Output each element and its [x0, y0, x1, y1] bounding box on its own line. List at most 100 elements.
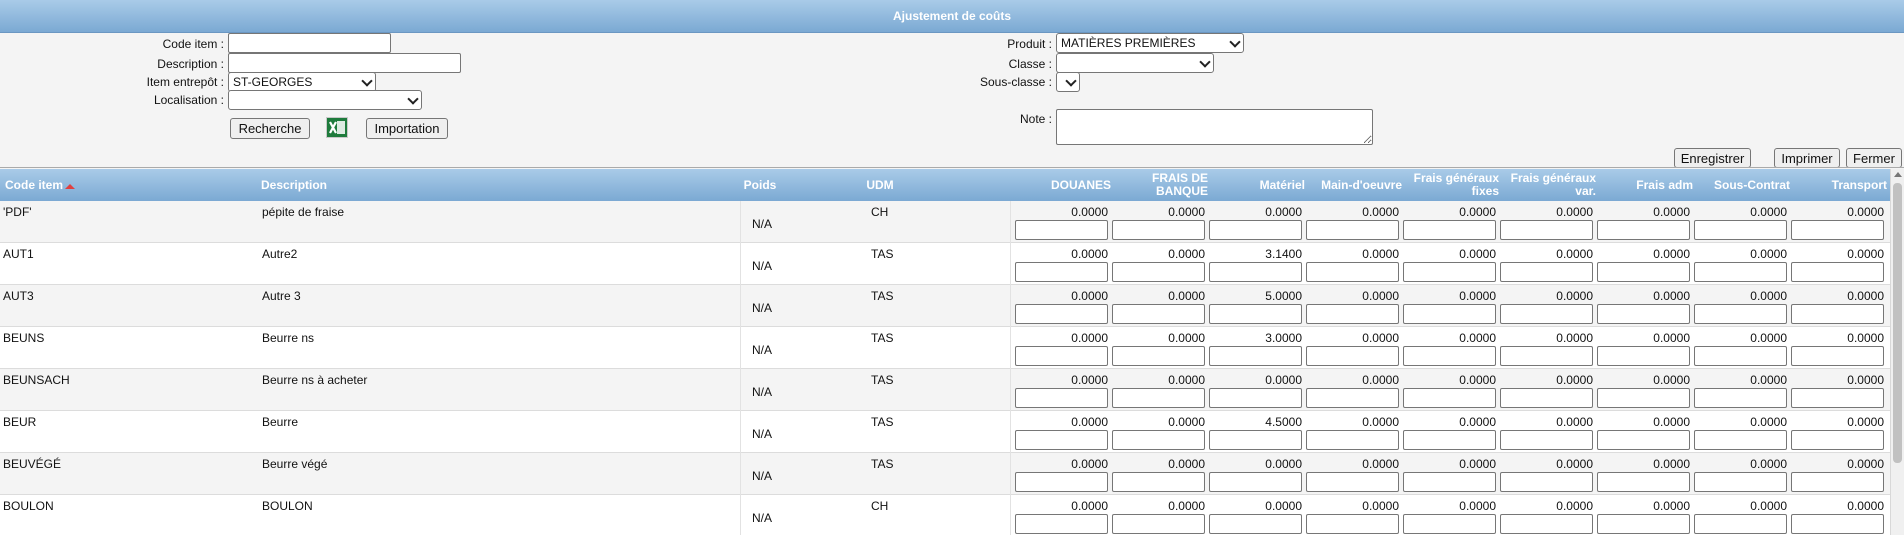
- classe-select[interactable]: [1056, 53, 1214, 73]
- cost-adjust-input[interactable]: [1500, 262, 1593, 282]
- note-textarea[interactable]: [1056, 109, 1373, 145]
- cost-adjust-input[interactable]: [1403, 472, 1496, 492]
- column-header-transport[interactable]: Transport: [1790, 169, 1887, 201]
- save-button[interactable]: Enregistrer: [1674, 148, 1751, 168]
- cost-adjust-input[interactable]: [1403, 430, 1496, 450]
- cost-adjust-input[interactable]: [1403, 304, 1496, 324]
- scrollbar-thumb[interactable]: [1893, 183, 1902, 463]
- cost-adjust-input[interactable]: [1015, 346, 1108, 366]
- column-header-frais-banque[interactable]: FRAIS DE BANQUE: [1111, 169, 1208, 201]
- cost-adjust-input[interactable]: [1500, 346, 1593, 366]
- print-button[interactable]: Imprimer: [1774, 148, 1840, 168]
- cost-adjust-input[interactable]: [1791, 346, 1884, 366]
- excel-export-button[interactable]: [326, 117, 348, 138]
- cost-adjust-input[interactable]: [1209, 346, 1302, 366]
- cost-adjust-input[interactable]: [1500, 220, 1593, 240]
- cost-adjust-input[interactable]: [1791, 514, 1884, 534]
- import-button[interactable]: Importation: [366, 118, 448, 139]
- cost-adjust-input[interactable]: [1403, 220, 1496, 240]
- cost-adjust-input[interactable]: [1597, 220, 1690, 240]
- scroll-up-arrow-icon[interactable]: [1894, 172, 1902, 177]
- column-header-douanes[interactable]: DOUANES: [1014, 169, 1111, 201]
- column-header-frais-generaux-var[interactable]: Frais généraux var.: [1499, 169, 1596, 201]
- cost-adjust-input[interactable]: [1209, 430, 1302, 450]
- cost-adjust-input[interactable]: [1209, 514, 1302, 534]
- cost-adjust-input[interactable]: [1015, 262, 1108, 282]
- cost-adjust-input[interactable]: [1112, 388, 1205, 408]
- cost-adjust-input[interactable]: [1015, 430, 1108, 450]
- item-entrepot-select[interactable]: ST-GEORGES: [228, 72, 376, 92]
- cost-adjust-input[interactable]: [1403, 262, 1496, 282]
- cost-adjust-input[interactable]: [1597, 388, 1690, 408]
- cost-adjust-input[interactable]: [1209, 220, 1302, 240]
- cost-adjust-input[interactable]: [1597, 514, 1690, 534]
- cost-adjust-input[interactable]: [1306, 430, 1399, 450]
- cost-adjust-input[interactable]: [1015, 220, 1108, 240]
- cost-adjust-input[interactable]: [1306, 388, 1399, 408]
- sous-classe-select[interactable]: [1056, 72, 1080, 92]
- cost-adjust-input[interactable]: [1500, 472, 1593, 492]
- cost-adjust-input[interactable]: [1015, 388, 1108, 408]
- cost-adjust-input[interactable]: [1209, 262, 1302, 282]
- column-header-materiel[interactable]: Matériel: [1208, 169, 1305, 201]
- cost-adjust-input[interactable]: [1306, 514, 1399, 534]
- cost-adjust-input[interactable]: [1112, 220, 1205, 240]
- column-header-udm[interactable]: UDM: [850, 169, 910, 201]
- description-input[interactable]: [228, 53, 461, 73]
- cost-adjust-input[interactable]: [1112, 430, 1205, 450]
- produit-select[interactable]: MATIÈRES PREMIÈRES: [1056, 33, 1244, 53]
- cost-adjust-input[interactable]: [1597, 472, 1690, 492]
- cost-adjust-input[interactable]: [1597, 430, 1690, 450]
- cost-adjust-input[interactable]: [1306, 262, 1399, 282]
- column-header-poids[interactable]: Poids: [730, 169, 790, 201]
- cost-adjust-input[interactable]: [1694, 388, 1787, 408]
- cost-adjust-input[interactable]: [1306, 472, 1399, 492]
- cost-adjust-input[interactable]: [1500, 430, 1593, 450]
- cost-adjust-input[interactable]: [1306, 346, 1399, 366]
- cost-adjust-input[interactable]: [1791, 220, 1884, 240]
- cost-adjust-input[interactable]: [1694, 472, 1787, 492]
- cost-adjust-input[interactable]: [1694, 514, 1787, 534]
- cost-adjust-input[interactable]: [1209, 388, 1302, 408]
- cost-adjust-input[interactable]: [1015, 304, 1108, 324]
- cost-adjust-input[interactable]: [1112, 514, 1205, 534]
- cost-adjust-input[interactable]: [1015, 472, 1108, 492]
- cost-adjust-input[interactable]: [1791, 304, 1884, 324]
- column-header-sous-contrat[interactable]: Sous-Contrat: [1693, 169, 1790, 201]
- column-header-main-oeuvre[interactable]: Main-d'oeuvre: [1305, 169, 1402, 201]
- cost-adjust-input[interactable]: [1500, 388, 1593, 408]
- cost-adjust-input[interactable]: [1791, 430, 1884, 450]
- cost-adjust-input[interactable]: [1500, 514, 1593, 534]
- column-header-code-item[interactable]: Code item: [5, 169, 205, 201]
- cost-adjust-input[interactable]: [1403, 346, 1496, 366]
- cost-adjust-input[interactable]: [1694, 262, 1787, 282]
- column-header-description[interactable]: Description: [261, 169, 461, 201]
- cost-adjust-input[interactable]: [1597, 346, 1690, 366]
- cost-adjust-input[interactable]: [1694, 220, 1787, 240]
- cost-adjust-input[interactable]: [1597, 262, 1690, 282]
- cost-adjust-input[interactable]: [1112, 346, 1205, 366]
- localisation-select[interactable]: [228, 90, 422, 110]
- cost-adjust-input[interactable]: [1597, 304, 1690, 324]
- cost-adjust-input[interactable]: [1791, 472, 1884, 492]
- vertical-scrollbar[interactable]: [1890, 169, 1904, 535]
- cost-adjust-input[interactable]: [1112, 304, 1205, 324]
- search-button[interactable]: Recherche: [230, 118, 310, 139]
- cost-adjust-input[interactable]: [1694, 346, 1787, 366]
- cost-adjust-input[interactable]: [1209, 304, 1302, 324]
- column-header-frais-generaux-fixes[interactable]: Frais généraux fixes: [1402, 169, 1499, 201]
- cost-adjust-input[interactable]: [1403, 388, 1496, 408]
- cost-adjust-input[interactable]: [1209, 472, 1302, 492]
- cost-adjust-input[interactable]: [1403, 514, 1496, 534]
- cost-adjust-input[interactable]: [1791, 388, 1884, 408]
- cost-adjust-input[interactable]: [1306, 304, 1399, 324]
- close-button[interactable]: Fermer: [1846, 148, 1902, 168]
- code-item-input[interactable]: [228, 33, 391, 53]
- cost-adjust-input[interactable]: [1694, 304, 1787, 324]
- cost-adjust-input[interactable]: [1015, 514, 1108, 534]
- column-header-frais-adm[interactable]: Frais adm: [1596, 169, 1693, 201]
- cost-adjust-input[interactable]: [1791, 262, 1884, 282]
- cost-adjust-input[interactable]: [1306, 220, 1399, 240]
- cost-adjust-input[interactable]: [1500, 304, 1593, 324]
- cost-adjust-input[interactable]: [1694, 430, 1787, 450]
